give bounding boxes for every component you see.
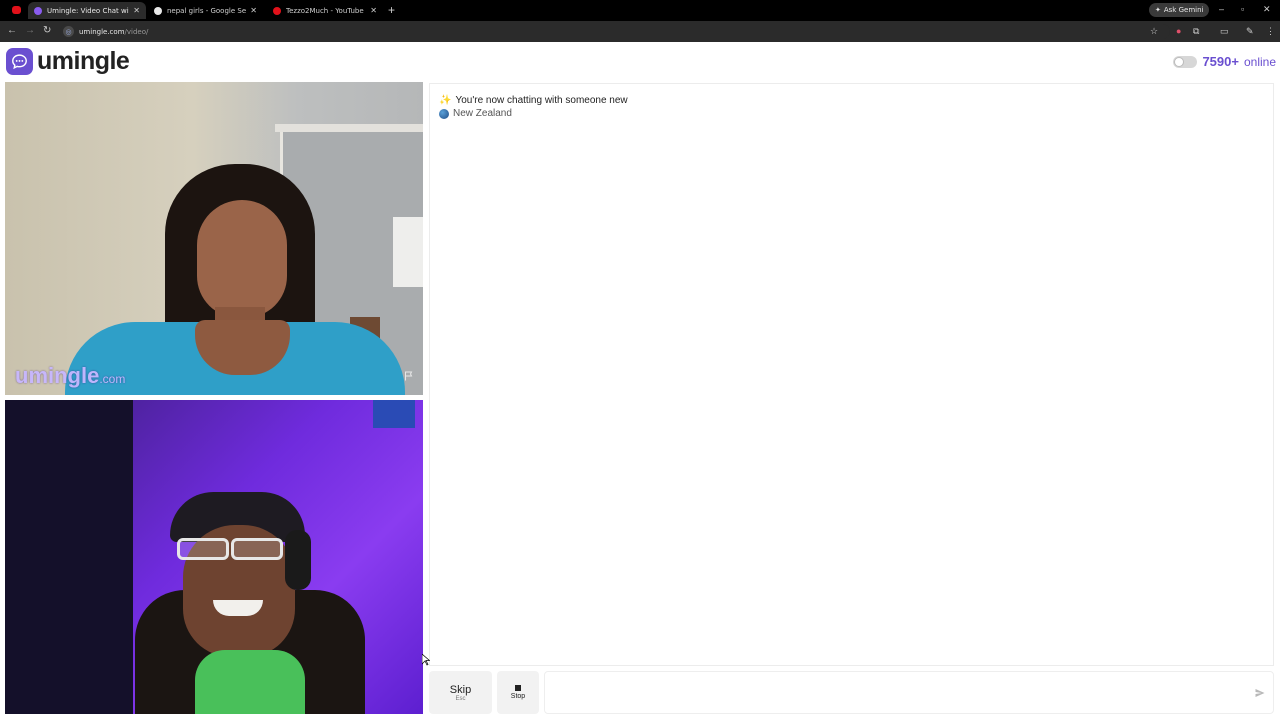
self-shirt <box>195 650 305 714</box>
chat-status-message: ✨ You're now chatting with someone new <box>439 95 628 106</box>
country-text: New Zealand <box>453 108 512 119</box>
forward-icon[interactable]: → <box>25 25 35 36</box>
self-glasses-right <box>231 538 283 560</box>
url-host: umingle.com <box>79 27 125 36</box>
globe-icon <box>439 108 449 119</box>
tab-label: Tezzo2Much - YouTube <box>286 6 364 15</box>
watermark-brand: umingle <box>15 363 100 388</box>
umingle-watermark: umingle.com <box>15 363 125 389</box>
chat-panel: ✨ You're now chatting with someone new N… <box>429 83 1274 666</box>
background-shelf <box>5 400 133 714</box>
online-label: online <box>1243 54 1276 69</box>
tab-google-search[interactable]: nepal girls - Google Search ✕ <box>148 2 263 19</box>
new-tab-icon[interactable]: + <box>388 3 395 17</box>
minimize-icon[interactable]: – <box>1219 4 1224 14</box>
online-count: 7590+ <box>1202 54 1239 69</box>
reload-icon[interactable]: ↻ <box>43 25 51 36</box>
extensions-puzzle-icon[interactable]: ⧉ <box>1193 26 1199 37</box>
online-indicator: 7590+ online <box>1173 54 1276 69</box>
close-tab-icon[interactable]: ✕ <box>133 6 140 15</box>
tab-label: nepal girls - Google Search <box>167 6 247 15</box>
self-glasses-left <box>177 538 229 560</box>
flag-icon[interactable] <box>403 369 415 387</box>
close-tab-icon[interactable]: ✕ <box>370 6 377 15</box>
back-icon[interactable]: ← <box>7 25 17 36</box>
skip-shortcut-hint: Esc <box>455 695 466 702</box>
skip-label: Skip <box>449 683 472 696</box>
background-light <box>373 400 415 428</box>
self-headphones <box>285 530 311 590</box>
youtube-tab-icon[interactable] <box>12 6 21 14</box>
restore-icon[interactable]: ▫ <box>1241 4 1244 14</box>
ask-gemini-label: Ask Gemini <box>1163 6 1204 14</box>
ask-gemini-button[interactable]: ✦ Ask Gemini <box>1149 3 1210 17</box>
brand-name: umingle <box>37 47 130 75</box>
browser-toolbar: ← → ↻ ◎ umingle.com /video/ ☆ ● ⧉ ▭ ✎ ⋮ <box>0 21 1280 42</box>
skip-button[interactable]: Skip Esc <box>429 671 492 714</box>
menu-kebab-icon[interactable]: ⋮ <box>1266 26 1275 37</box>
close-tab-icon[interactable]: ✕ <box>250 6 257 15</box>
self-video <box>5 400 423 714</box>
close-window-icon[interactable]: ✕ <box>1263 4 1271 15</box>
url-path: /video/ <box>124 27 149 36</box>
message-input[interactable] <box>544 671 1274 714</box>
profile-icon[interactable]: ✎ <box>1246 26 1254 37</box>
extension-icon[interactable]: ● <box>1176 26 1181 36</box>
sparkle-icon: ✨ <box>439 95 452 106</box>
tab-label: Umingle: Video Chat with S <box>47 6 129 15</box>
google-favicon-icon <box>154 6 162 15</box>
cast-icon[interactable]: ▭ <box>1220 26 1229 37</box>
tab-umingle[interactable]: Umingle: Video Chat with S ✕ <box>28 2 146 19</box>
address-bar[interactable]: ◎ umingle.com /video/ <box>60 24 1170 39</box>
stranger-face <box>197 200 287 318</box>
mouse-cursor-icon <box>421 653 431 671</box>
gemini-icon: ✦ <box>1155 6 1161 14</box>
stranger-video: umingle.com <box>5 82 423 395</box>
wall-hanging <box>393 217 423 287</box>
stop-button[interactable]: Stop <box>497 671 539 714</box>
browser-tab-strip: Umingle: Video Chat with S ✕ nepal girls… <box>0 0 1280 21</box>
stop-icon <box>515 685 521 691</box>
chat-country: New Zealand <box>439 108 512 119</box>
umingle-favicon-icon <box>34 6 42 15</box>
tab-youtube[interactable]: Tezzo2Much - YouTube ✕ <box>267 2 383 19</box>
chat-bubble-icon <box>6 48 33 75</box>
watermark-suffix: .com <box>99 372 126 386</box>
send-icon[interactable] <box>1254 686 1266 704</box>
youtube-favicon-icon <box>273 6 281 15</box>
window-frame <box>275 124 423 132</box>
theme-toggle[interactable] <box>1173 55 1198 68</box>
bookmark-star-icon[interactable]: ☆ <box>1150 26 1158 37</box>
stop-label: Stop <box>510 693 526 700</box>
brand-logo[interactable]: umingle <box>6 47 130 76</box>
status-text: You're now chatting with someone new <box>455 95 628 106</box>
site-info-icon[interactable]: ◎ <box>63 26 74 37</box>
